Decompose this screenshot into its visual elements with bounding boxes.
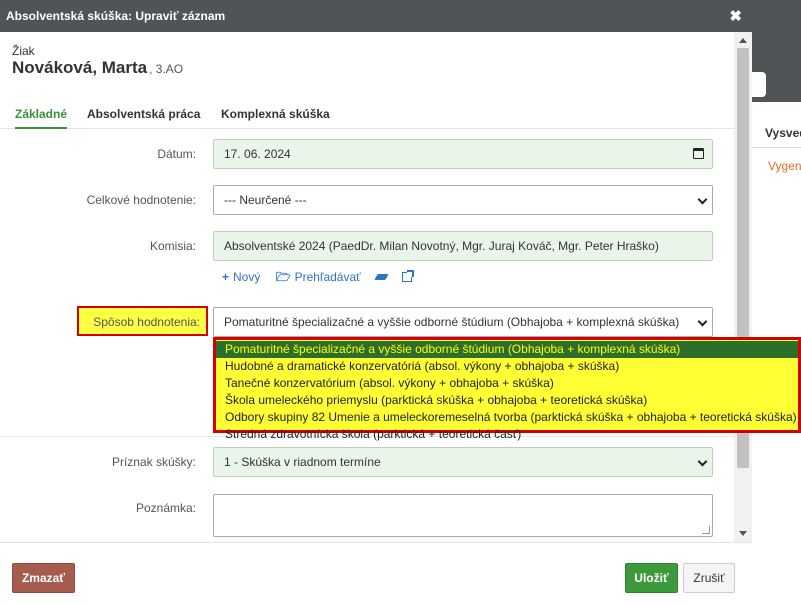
date-value: 17. 06. 2024 <box>224 147 291 161</box>
dropdown-option[interactable]: Odbory skupiny 82 Umenie a umeleckoremes… <box>216 409 798 426</box>
exam-flag-select[interactable]: 1 - Skúška v riadnom termíne <box>213 447 713 477</box>
overall-evaluation-value: --- Neurčené --- <box>224 193 307 207</box>
note-textarea[interactable] <box>213 494 713 537</box>
modal-footer: Zmazať Uložiť Zrušiť <box>0 542 752 605</box>
delete-button[interactable]: Zmazať <box>12 563 75 593</box>
note-label: Poznámka: <box>135 501 196 515</box>
browse-commission-button[interactable]: 🗁 Prehľadávať <box>276 268 361 289</box>
student-heading: Nováková, Marta, 3.AO <box>12 58 183 78</box>
chevron-down-icon <box>697 194 708 205</box>
tab-basic[interactable]: Základné <box>15 107 68 129</box>
evaluation-method-value: Pomaturitné špecializačné a vyššie odbor… <box>224 315 680 329</box>
external-link-icon <box>402 270 415 282</box>
commission-field[interactable]: Absolventské 2024 (PaedDr. Milan Novotný… <box>213 231 713 261</box>
dropdown-option[interactable]: Tanečné konzervatórium (absol. výkony + … <box>216 375 798 392</box>
modal-header: Absolventská skúška: Upraviť záznam ✖ <box>0 0 752 32</box>
dropdown-option[interactable]: Hudobné a dramatické konzervatóriá (abso… <box>216 358 798 375</box>
evaluation-method-select[interactable]: Pomaturitné špecializačné a vyššie odbor… <box>213 307 713 337</box>
save-button[interactable]: Uložiť <box>625 563 678 593</box>
plus-icon: + <box>222 270 230 284</box>
dropdown-option[interactable]: Stredná zdravotnícka škola (parktická + … <box>216 426 798 443</box>
background-divider <box>752 147 801 148</box>
modal-body: Žiak Nováková, Marta, 3.AO Základné Abso… <box>0 32 734 542</box>
overall-evaluation-select[interactable]: --- Neurčené --- <box>213 185 713 215</box>
evaluation-method-label: Spôsob hodnotenia: <box>77 306 208 336</box>
student-label: Žiak <box>12 44 35 58</box>
date-input[interactable]: 17. 06. 2024 <box>213 139 713 169</box>
dropdown-option[interactable]: Škola umeleckého priemyslu (parktická sk… <box>216 392 798 409</box>
commission-actions: + Nový 🗁 Prehľadávať <box>222 268 424 289</box>
folder-open-icon: 🗁 <box>275 270 291 284</box>
background-search-box <box>752 72 766 97</box>
background-tab: Vysved <box>765 126 801 140</box>
exam-flag-value: 1 - Skúška v riadnom termíne <box>224 455 381 469</box>
dropdown-option[interactable]: Pomaturitné špecializačné a vyššie odbor… <box>216 341 798 358</box>
modal-scrollbar[interactable] <box>734 32 752 542</box>
background-link: Vygen <box>768 159 801 173</box>
tab-complex-exam[interactable]: Komplexná skúška <box>221 107 330 121</box>
calendar-icon[interactable] <box>693 148 704 159</box>
overall-evaluation-label: Celkové hodnotenie: <box>86 193 196 207</box>
edit-record-modal: Absolventská skúška: Upraviť záznam ✖ Ži… <box>0 0 752 605</box>
resize-handle-icon[interactable] <box>702 526 710 534</box>
commission-value: Absolventské 2024 (PaedDr. Milan Novotný… <box>224 239 659 253</box>
tab-bar: Základné Absolventská práca Komplexná sk… <box>0 100 734 129</box>
evaluation-method-options: Pomaturitné špecializačné a vyššie odbor… <box>213 337 801 441</box>
chevron-down-icon <box>697 456 708 467</box>
scroll-down-icon[interactable] <box>739 531 747 536</box>
exam-flag-label: Príznak skúšky: <box>111 455 196 469</box>
chevron-down-icon <box>697 316 708 327</box>
student-class: , 3.AO <box>149 62 184 76</box>
scroll-up-icon[interactable] <box>739 38 747 43</box>
close-icon[interactable]: ✖ <box>729 7 742 25</box>
modal-title: Absolventská skúška: Upraviť záznam <box>6 9 226 23</box>
cancel-button[interactable]: Zrušiť <box>683 563 735 593</box>
clear-commission-button[interactable] <box>374 270 389 284</box>
new-commission-button[interactable]: + Nový <box>222 270 260 284</box>
date-label: Dátum: <box>157 147 196 161</box>
eraser-icon <box>374 274 389 280</box>
tab-thesis[interactable]: Absolventská práca <box>87 107 200 121</box>
commission-label: Komisia: <box>149 239 196 253</box>
open-commission-button[interactable] <box>402 270 415 284</box>
background-app: Vysved Vygen <box>752 0 801 605</box>
student-name: Nováková, Marta <box>12 58 148 77</box>
